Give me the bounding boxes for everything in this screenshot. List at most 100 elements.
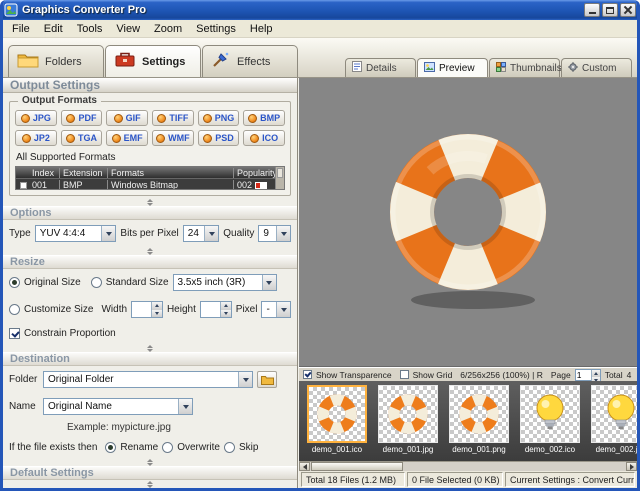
tab-custom[interactable]: Custom	[561, 58, 632, 77]
maximize-button[interactable]	[602, 3, 618, 17]
minimize-button[interactable]	[584, 3, 600, 17]
section-scroll-indicator[interactable]	[3, 247, 297, 255]
skip-label: Skip	[239, 442, 258, 453]
tab-folders[interactable]: Folders	[8, 45, 104, 77]
menu-tools[interactable]: Tools	[70, 22, 110, 36]
format-button-tga[interactable]: TGA	[61, 130, 103, 146]
thumbnail-item[interactable]: demo_002.jpg	[589, 385, 637, 457]
spin-up-icon[interactable]	[220, 302, 231, 310]
spin-up-icon[interactable]	[151, 302, 162, 310]
table-row[interactable]: 001 BMP Windows Bitmap 002	[16, 179, 284, 190]
cell-index: 001	[30, 180, 60, 190]
app-icon	[4, 3, 18, 17]
format-button-ico[interactable]: ICO	[243, 130, 285, 146]
spin-up-icon[interactable]	[591, 370, 600, 377]
format-button-bmp[interactable]: BMP	[243, 110, 285, 126]
width-stepper[interactable]	[131, 301, 163, 318]
thumbnail-item[interactable]: demo_001.ico	[305, 385, 369, 457]
original-size-radio[interactable]	[9, 277, 20, 288]
dropdown-arrow-icon[interactable]	[276, 302, 290, 317]
folder-select[interactable]: Original Folder	[43, 371, 253, 388]
format-button-jp2[interactable]: JP2	[15, 130, 57, 146]
format-button-pdf[interactable]: PDF	[61, 110, 103, 126]
format-button-jpg[interactable]: JPG	[15, 110, 57, 126]
chevron-up-icon	[147, 245, 153, 251]
menu-file[interactable]: File	[5, 22, 37, 36]
skip-radio[interactable]	[224, 442, 235, 453]
rename-radio[interactable]	[105, 442, 116, 453]
format-icon	[21, 114, 30, 123]
page-stepper[interactable]	[575, 369, 601, 381]
constrain-proportion-checkbox[interactable]	[9, 328, 20, 339]
row-checkbox[interactable]	[20, 182, 27, 189]
thumbnail-item[interactable]: demo_001.png	[447, 385, 511, 457]
spin-down-icon[interactable]	[591, 377, 600, 382]
tab-settings[interactable]: Settings	[105, 45, 201, 77]
tab-settings-label: Settings	[142, 56, 185, 68]
horizontal-scrollbar[interactable]	[299, 461, 637, 471]
section-scroll-indicator[interactable]	[3, 458, 297, 466]
menu-settings[interactable]: Settings	[189, 22, 243, 36]
dropdown-arrow-icon[interactable]	[101, 226, 115, 241]
format-button-emf[interactable]: EMF	[106, 130, 148, 146]
section-scroll-indicator[interactable]	[3, 480, 297, 488]
image-info: 6/256x256 (100%) | R	[460, 370, 543, 380]
menu-help[interactable]: Help	[243, 22, 280, 36]
format-label: TGA	[78, 133, 97, 143]
options-row: Type YUV 4:4:4 Bits per Pixel 24 Quality…	[3, 225, 297, 242]
format-button-tiff[interactable]: TIFF	[152, 110, 194, 126]
format-button-png[interactable]: PNG	[198, 110, 240, 126]
maximize-icon	[606, 7, 614, 14]
tab-effects[interactable]: Effects	[202, 45, 298, 77]
browse-folder-button[interactable]	[257, 371, 277, 388]
menu-zoom[interactable]: Zoom	[147, 22, 189, 36]
overwrite-radio[interactable]	[162, 442, 173, 453]
show-grid-checkbox[interactable]	[400, 370, 409, 379]
spin-down-icon[interactable]	[220, 310, 231, 318]
name-select[interactable]: Original Name	[43, 398, 193, 415]
tab-thumbnails[interactable]: Thumbnails	[489, 58, 560, 77]
section-scroll-indicator[interactable]	[3, 344, 297, 352]
thumbnail-item[interactable]: demo_002.ico	[518, 385, 582, 457]
format-icon	[66, 134, 75, 143]
standard-size-radio[interactable]	[91, 277, 102, 288]
preview-canvas[interactable]	[299, 78, 637, 367]
close-button[interactable]	[620, 3, 636, 17]
thumbnail-item[interactable]: demo_001.jpg	[376, 385, 440, 457]
height-stepper[interactable]	[200, 301, 232, 318]
page-input[interactable]	[577, 370, 591, 380]
tab-preview[interactable]: Preview	[417, 58, 488, 77]
destination-section-header[interactable]: Destination	[3, 352, 297, 366]
resize-row-1: Original Size Standard Size 3.5x5 inch (…	[3, 274, 297, 291]
dropdown-arrow-icon[interactable]	[204, 226, 218, 241]
menu-view[interactable]: View	[109, 22, 147, 36]
scroll-right-arrow-icon[interactable]	[626, 462, 637, 471]
tab-details[interactable]: Details	[345, 58, 416, 77]
thumbnails-icon	[496, 59, 506, 77]
dropdown-arrow-icon[interactable]	[178, 399, 192, 414]
scroll-left-arrow-icon[interactable]	[299, 462, 310, 471]
section-scroll-indicator[interactable]	[3, 198, 297, 206]
dropdown-arrow-icon[interactable]	[276, 226, 290, 241]
format-button-gif[interactable]: GIF	[106, 110, 148, 126]
format-button-wmf[interactable]: WMF	[152, 130, 194, 146]
thumbnail-label: demo_001.ico	[312, 445, 362, 454]
options-section-header[interactable]: Options	[3, 206, 297, 220]
formats-table[interactable]: Index Extension Formats Popularity 001 B…	[15, 166, 285, 190]
table-scrollbar[interactable]	[275, 167, 284, 189]
type-select[interactable]: YUV 4:4:4	[35, 225, 117, 242]
menu-edit[interactable]: Edit	[37, 22, 70, 36]
standard-size-select[interactable]: 3.5x5 inch (3R)	[173, 274, 277, 291]
format-button-psd[interactable]: PSD	[198, 130, 240, 146]
show-transparence-checkbox[interactable]	[303, 370, 312, 379]
bits-per-pixel-select[interactable]: 24	[183, 225, 219, 242]
dropdown-arrow-icon[interactable]	[238, 372, 252, 387]
quality-select[interactable]: 9	[258, 225, 291, 242]
horizontal-scrollbar-thumb[interactable]	[311, 462, 403, 471]
dropdown-arrow-icon[interactable]	[262, 275, 276, 290]
spin-down-icon[interactable]	[151, 310, 162, 318]
table-scrollbar-thumb[interactable]	[277, 168, 283, 178]
customize-size-radio[interactable]	[9, 304, 20, 315]
resize-section-header[interactable]: Resize	[3, 255, 297, 269]
pixel-select[interactable]: -	[261, 301, 291, 318]
